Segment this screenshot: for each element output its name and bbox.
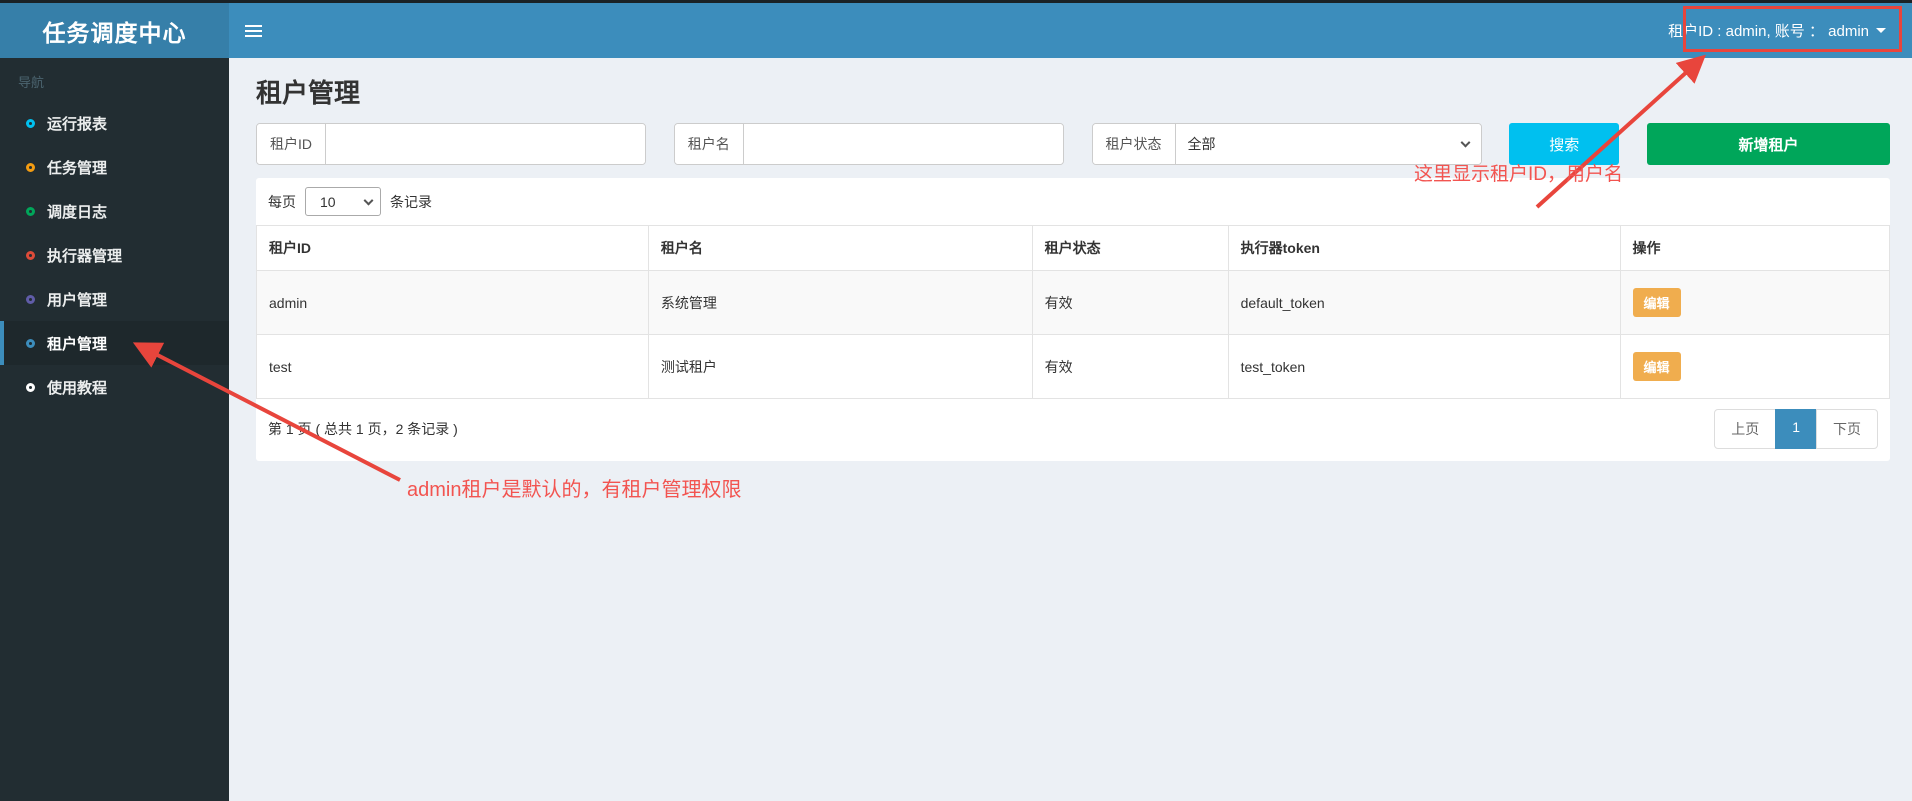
tenant-status-filter-group: 租户状态 全部 <box>1091 123 1482 165</box>
sidebar-item-schedule-log[interactable]: 调度日志 <box>0 189 229 233</box>
sidebar-item-executor-management[interactable]: 执行器管理 <box>0 233 229 277</box>
tenant-id-input[interactable] <box>326 124 645 164</box>
sidebar-toggle-icon[interactable] <box>245 11 285 51</box>
cell-tenant-status: 有效 <box>1031 270 1229 335</box>
circle-icon <box>26 382 35 392</box>
tenant-id-label: 租户ID <box>257 124 326 164</box>
page-size-toolbar: 每页 10 条记录 <box>256 178 1890 225</box>
column-header-executor-token: 执行器token <box>1227 225 1621 271</box>
cell-executor-token: test_token <box>1227 334 1621 399</box>
table-header-row: 租户ID 租户名 租户状态 执行器token 操作 <box>256 225 1891 271</box>
header: 任务调度中心 租户ID : admin, 账号 ： admin <box>0 3 1912 58</box>
sidebar-item-job-management[interactable]: 任务管理 <box>0 145 229 189</box>
table-panel: 每页 10 条记录 租户ID 租户名 租户状态 执行器token 操作 admi… <box>256 178 1891 461</box>
sidebar-section-label: 导航 <box>18 75 45 90</box>
sidebar-item-label: 调度日志 <box>47 203 108 221</box>
prev-page-button[interactable]: 上页 <box>1714 409 1777 449</box>
sidebar-item-label: 用户管理 <box>47 291 108 309</box>
edit-button[interactable]: 编辑 <box>1632 352 1681 381</box>
sidebar-item-label: 执行器管理 <box>47 247 123 265</box>
column-header-actions: 操作 <box>1619 225 1891 271</box>
tenant-status-select[interactable]: 全部 <box>1175 124 1481 164</box>
table-footer: 第 1 页 ( 总共 1 页，2 条记录 ) 上页 1 下页 <box>256 399 1890 461</box>
add-tenant-button[interactable]: 新增租户 <box>1647 123 1890 165</box>
main-content: 租户管理 租户ID 租户名 租户状态 全部 搜索 新增租户 每页 10 条记录 … <box>229 73 1912 461</box>
cell-tenant-name: 测试租户 <box>647 334 1033 399</box>
sidebar-item-label: 任务管理 <box>47 159 108 177</box>
cell-executor-token: default_token <box>1227 270 1621 335</box>
page-size-suffix: 条记录 <box>390 193 432 210</box>
cell-tenant-id: admin <box>256 270 649 335</box>
user-menu[interactable]: 租户ID : admin, 账号 ： admin <box>1668 3 1886 58</box>
tenant-id-filter-group: 租户ID <box>256 123 646 165</box>
circle-icon <box>26 206 35 216</box>
tenant-status-label: 租户状态 <box>1092 124 1176 164</box>
page-size-select[interactable]: 10 <box>305 187 381 216</box>
cell-tenant-name: 系统管理 <box>647 270 1033 335</box>
user-info-text: 租户ID : admin, 账号 ： admin <box>1668 23 1869 40</box>
cell-tenant-id: test <box>256 334 649 399</box>
table-row: test 测试租户 有效 test_token 编辑 <box>256 334 1891 399</box>
annotation-note-bottom: admin租户是默认的，有租户管理权限 <box>407 479 742 501</box>
app-logo: 任务调度中心 <box>0 3 229 58</box>
next-page-button[interactable]: 下页 <box>1816 409 1878 449</box>
search-button[interactable]: 搜索 <box>1509 123 1620 165</box>
edit-button[interactable]: 编辑 <box>1632 288 1681 317</box>
circle-icon <box>26 250 35 260</box>
chevron-down-icon <box>1876 28 1886 33</box>
circle-icon <box>26 294 35 304</box>
column-header-tenant-name: 租户名 <box>647 225 1033 271</box>
page-1-button[interactable]: 1 <box>1775 409 1817 449</box>
circle-icon <box>26 162 35 172</box>
pagination-summary: 第 1 页 ( 总共 1 页，2 条记录 ) <box>268 421 458 437</box>
cell-tenant-status: 有效 <box>1031 334 1229 399</box>
circle-icon <box>26 338 35 348</box>
tenant-table: 租户ID 租户名 租户状态 执行器token 操作 admin 系统管理 有效 … <box>256 225 1891 399</box>
filter-row: 租户ID 租户名 租户状态 全部 搜索 新增租户 <box>256 123 1890 165</box>
sidebar-item-user-management[interactable]: 用户管理 <box>0 277 229 321</box>
column-header-tenant-status: 租户状态 <box>1031 225 1229 271</box>
sidebar-item-label: 使用教程 <box>47 379 108 397</box>
sidebar-item-label: 租户管理 <box>47 335 108 353</box>
tenant-name-input[interactable] <box>743 124 1063 164</box>
circle-icon <box>26 118 35 128</box>
column-header-tenant-id: 租户ID <box>256 225 649 271</box>
table-row: admin 系统管理 有效 default_token 编辑 <box>256 270 1891 335</box>
pagination: 上页 1 下页 <box>1714 409 1878 449</box>
tenant-name-label: 租户名 <box>674 124 744 164</box>
sidebar-item-tenant-management[interactable]: 租户管理 <box>0 321 229 365</box>
sidebar-item-tutorial[interactable]: 使用教程 <box>0 365 229 409</box>
page-title: 租户管理 <box>256 78 361 108</box>
sidebar-item-run-report[interactable]: 运行报表 <box>0 101 229 145</box>
navbar: 租户ID : admin, 账号 ： admin <box>229 3 1912 58</box>
sidebar: 导航 运行报表 任务管理 调度日志 执行器管理 用户管理 租户管理 使用教程 <box>0 58 229 801</box>
tenant-name-filter-group: 租户名 <box>673 123 1064 165</box>
sidebar-item-label: 运行报表 <box>47 115 108 133</box>
page-size-prefix: 每页 <box>268 193 296 210</box>
